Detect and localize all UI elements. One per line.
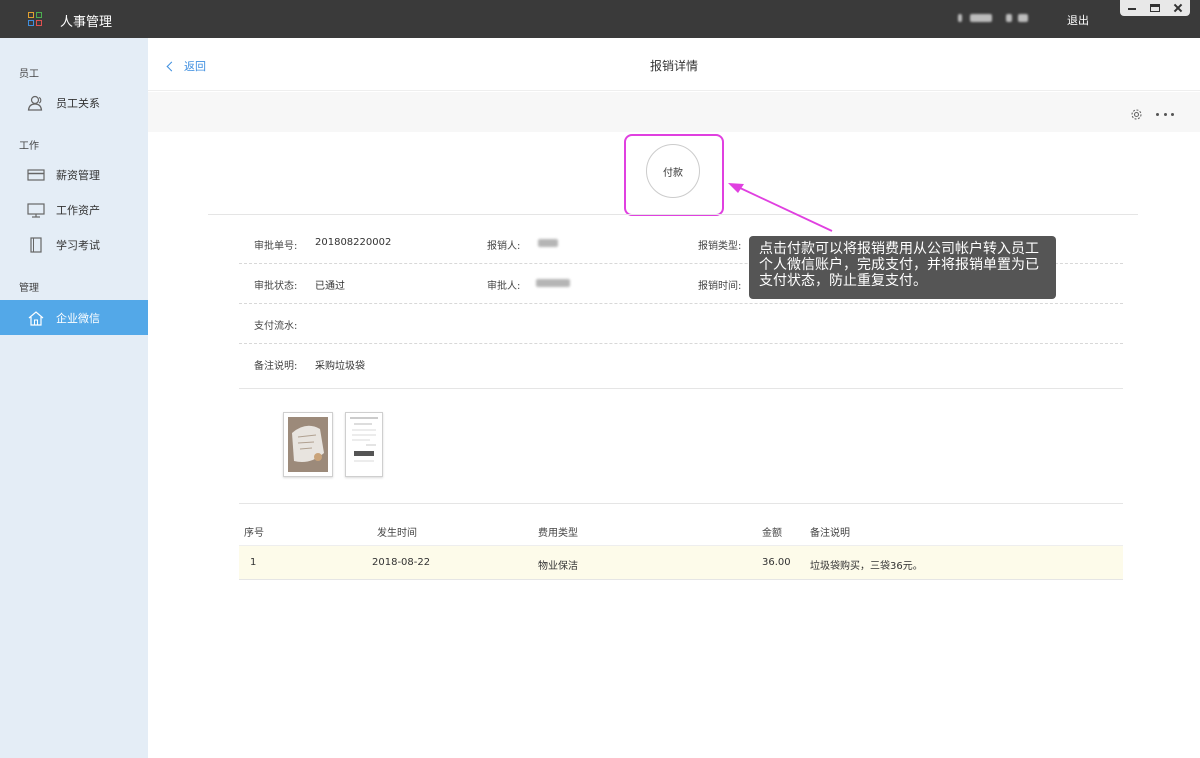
remark-label: 备注说明: (254, 361, 298, 372)
table-cell-note: 垃圾袋购买，三袋36元。 (810, 561, 923, 572)
applicant-value-blurred (538, 239, 558, 247)
sidebar-item-label: 工作资产 (56, 203, 100, 217)
sidebar-item-label: 薪资管理 (56, 168, 100, 182)
remark-value: 采购垃圾袋 (315, 361, 365, 372)
toolbar-band (148, 92, 1200, 132)
sidebar: 员工 员工关系 工作 薪资管理 工作资产 学习考试 管理 企业微信 (0, 38, 148, 758)
sidebar-item-salary[interactable]: 薪资管理 (0, 157, 148, 192)
annotation-tooltip: 点击付款可以将报销费用从公司帐户转入员工个人微信账户，完成支付，并将报销单置为已… (749, 236, 1056, 299)
table-cell-type: 物业保洁 (538, 561, 578, 572)
page-title: 报销详情 (649, 59, 698, 73)
table-header-note: 备注说明 (810, 528, 850, 539)
expense-time-label: 报销时间: (698, 281, 742, 292)
divider-dashed (239, 303, 1123, 304)
sidebar-item-label: 企业微信 (56, 311, 100, 325)
applicant-label: 报销人: (487, 241, 521, 252)
maximize-icon[interactable] (1149, 4, 1160, 12)
sidebar-section-management: 管理 (19, 283, 39, 294)
title-bar: 人事管理 退出 (0, 0, 1200, 38)
sidebar-section-work: 工作 (19, 141, 39, 152)
divider-dashed (239, 343, 1123, 344)
divider (239, 388, 1123, 389)
monitor-icon (27, 202, 45, 218)
table-cell-date: 2018-08-22 (372, 557, 431, 568)
card-icon (27, 167, 45, 183)
home-icon (27, 310, 45, 326)
logout-button[interactable]: 退出 (1067, 12, 1089, 28)
table-cell-index: 1 (250, 557, 257, 568)
sidebar-item-wecom[interactable]: 企业微信 (0, 300, 148, 335)
table-header-amount: 金额 (762, 528, 782, 539)
sidebar-item-label: 员工关系 (56, 96, 100, 110)
approver-label: 审批人: (487, 281, 521, 292)
divider (208, 214, 1138, 215)
user-info-blurred (1006, 14, 1012, 22)
minimize-icon[interactable] (1127, 4, 1137, 12)
user-name-blurred (970, 14, 992, 22)
payment-serial-label: 支付流水: (254, 321, 298, 332)
user-relations-icon (27, 95, 45, 111)
sidebar-item-employee-relations[interactable]: 员工关系 (0, 85, 148, 120)
approval-no-label: 审批单号: (254, 241, 298, 252)
more-icon[interactable] (1156, 113, 1174, 117)
expense-type-label: 报销类型: (698, 241, 742, 252)
sidebar-item-work-assets[interactable]: 工作资产 (0, 192, 148, 227)
table-header-date: 发生时间 (377, 528, 417, 539)
receipt-photo-thumbnail[interactable] (283, 412, 333, 477)
page-header: 返回 报销详情 (148, 38, 1200, 91)
status-value: 已通过 (315, 281, 345, 292)
main-content: 返回 报销详情 付款 审批单号: 201808220002 报销人: 报销类型:… (148, 38, 1200, 758)
user-info-blurred-2 (1018, 14, 1028, 22)
table-header-index: 序号 (244, 528, 264, 539)
table-header-type: 费用类型 (538, 528, 578, 539)
app-logo-icon (28, 12, 42, 26)
approver-value-blurred (536, 279, 570, 287)
window-controls (1120, 0, 1190, 16)
sidebar-item-label: 学习考试 (56, 238, 100, 252)
pay-highlight-box (624, 134, 724, 216)
invoice-thumbnail[interactable] (345, 412, 383, 477)
user-avatar-blurred (958, 14, 962, 22)
approval-no-value: 201808220002 (315, 237, 392, 248)
divider (239, 503, 1123, 504)
book-icon (27, 236, 45, 253)
table-cell-amount: 36.00 (762, 557, 791, 568)
sidebar-item-study-exam[interactable]: 学习考试 (0, 227, 148, 262)
gear-icon[interactable] (1130, 108, 1143, 121)
app-title: 人事管理 (60, 15, 113, 30)
close-icon[interactable] (1173, 4, 1183, 12)
sidebar-section-employee: 员工 (19, 69, 39, 80)
status-label: 审批状态: (254, 281, 298, 292)
